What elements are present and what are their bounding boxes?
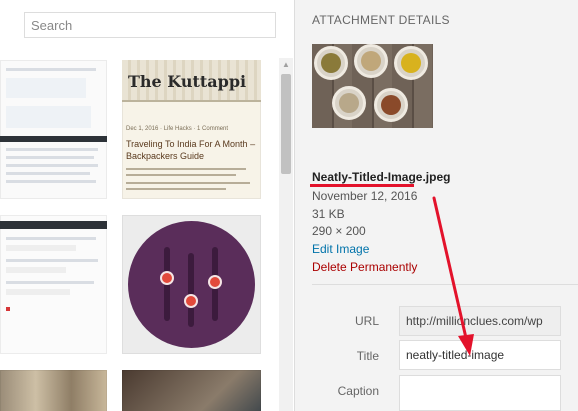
caption-label: Caption	[337, 384, 379, 398]
title-label: Title	[356, 349, 379, 363]
thumbnail-graphic	[6, 281, 94, 284]
attachment-preview-image	[312, 44, 433, 128]
edit-image-link[interactable]: Edit Image	[312, 242, 369, 256]
attachment-details-sidebar: ATTACHMENT DETAILS Neatly-Titled-Image.j…	[294, 0, 578, 411]
blog-banner: The Kuttappi	[122, 60, 261, 102]
thumbnail-graphic	[6, 164, 98, 167]
thumbnail-graphic	[6, 307, 10, 311]
url-field[interactable]: http://millionclues.com/wp	[399, 306, 561, 336]
thumbnail-graphic	[6, 156, 94, 159]
attachment-thumbnail-photo[interactable]	[0, 370, 107, 411]
attachment-filesize: 31 KB	[312, 207, 345, 221]
attachment-dimensions: 290 × 200	[312, 224, 366, 238]
attachment-thumbnail-photo[interactable]	[122, 370, 261, 411]
title-input[interactable]	[399, 340, 561, 370]
thumbnail-graphic	[126, 182, 250, 184]
thumbnail-graphic	[6, 172, 90, 175]
delete-permanently-link[interactable]: Delete Permanently	[312, 260, 417, 274]
scroll-up-arrow-icon[interactable]: ▲	[279, 58, 293, 72]
slider-knob	[208, 275, 222, 289]
bowl-graphic	[394, 46, 428, 80]
divider	[312, 284, 578, 285]
bowl-graphic	[374, 88, 408, 122]
bowl-graphic	[332, 86, 366, 120]
caption-textarea[interactable]	[399, 375, 561, 411]
attachment-thumbnail-equalizer[interactable]	[122, 215, 261, 354]
thumbnail-graphic	[6, 106, 91, 128]
slider-knob	[184, 294, 198, 308]
blog-banner-title: The Kuttappi	[128, 72, 247, 91]
slider-knob	[160, 271, 174, 285]
search-input[interactable]	[24, 12, 276, 38]
attachment-details-heading: ATTACHMENT DETAILS	[312, 13, 450, 27]
annotation-underline	[310, 184, 414, 187]
attachment-date: November 12, 2016	[312, 189, 418, 203]
thumbnail-graphic	[126, 188, 226, 190]
thumbnail-graphic	[6, 78, 86, 98]
thumbnail-graphic	[6, 237, 96, 240]
attachment-thumbnail-settings[interactable]	[0, 215, 107, 354]
media-library: The Kuttappi Dec 1, 2016 · Life Hacks · …	[0, 0, 294, 411]
bowl-graphic	[314, 46, 348, 80]
thumbnail-graphic	[6, 289, 70, 295]
thumbnail-graphic	[6, 68, 96, 71]
attachment-thumbnail-blog-post[interactable]: The Kuttappi Dec 1, 2016 · Life Hacks · …	[122, 60, 261, 199]
blog-title: Traveling To India For A Month – Backpac…	[126, 139, 256, 161]
thumbnail-graphic	[6, 245, 76, 251]
thumbnail-graphic	[6, 259, 98, 262]
thumbnail-graphic	[6, 267, 66, 273]
thumbnail-graphic	[6, 180, 96, 183]
attachment-filename: Neatly-Titled-Image.jpeg	[312, 170, 451, 184]
blog-meta: Dec 1, 2016 · Life Hacks · 1 Comment	[126, 126, 229, 132]
url-label: URL	[354, 314, 379, 328]
library-scrollbar[interactable]: ▲	[279, 58, 293, 411]
bowl-graphic	[354, 44, 388, 78]
thumbnail-graphic	[126, 174, 236, 176]
thumbnail-graphic	[126, 168, 246, 170]
attachment-thumbnail-dashboard[interactable]	[0, 60, 107, 199]
slider-track	[188, 253, 194, 327]
thumbnail-graphic	[0, 221, 107, 229]
scrollbar-thumb[interactable]	[281, 74, 291, 174]
thumbnail-graphic	[6, 148, 98, 151]
equalizer-icon	[128, 221, 255, 348]
thumbnail-graphic	[0, 136, 107, 142]
